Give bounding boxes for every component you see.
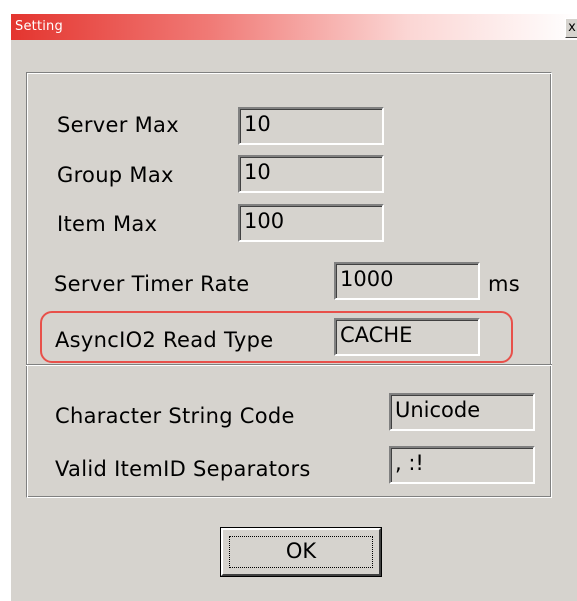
character-string-code-label: Character String Code [55,404,295,428]
server-max-field[interactable]: 10 [238,107,384,145]
dialog-title: Setting [15,19,63,34]
valid-itemid-separators-label: Valid ItemID Separators [55,457,311,481]
server-timer-rate-label: Server Timer Rate [54,272,250,296]
close-button[interactable]: x [565,18,577,38]
group-max-label: Group Max [57,163,174,187]
ok-focus-rect [229,536,373,568]
server-max-label: Server Max [57,113,179,137]
item-max-field[interactable]: 100 [238,204,384,242]
title-bar[interactable]: Setting x [11,14,577,40]
async-io2-read-type-label: AsyncIO2 Read Type [55,328,274,352]
server-timer-rate-field[interactable]: 1000 [334,262,480,300]
group-max-field[interactable]: 10 [238,155,384,193]
valid-itemid-separators-field[interactable]: , :! [389,446,535,484]
item-max-label: Item Max [57,212,158,236]
ok-button[interactable]: OK [220,527,382,577]
timer-rate-unit: ms [488,272,520,296]
group-separator [26,364,552,366]
async-io2-read-type-field[interactable]: CACHE [334,318,480,356]
character-string-code-field[interactable]: Unicode [389,393,535,431]
close-icon: x [568,20,576,35]
